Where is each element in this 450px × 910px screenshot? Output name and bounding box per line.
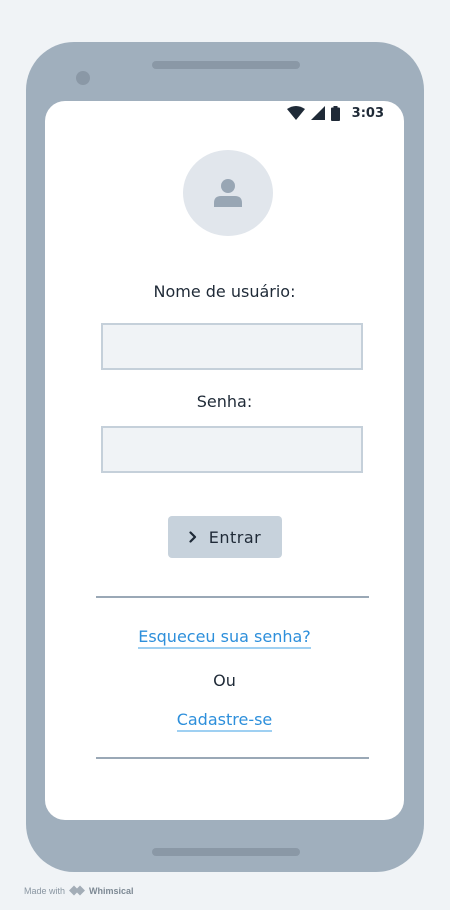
forgot-password-link-row: Esqueceu sua senha? (45, 627, 404, 649)
status-bar: 3:03 (286, 105, 384, 121)
user-icon (214, 179, 242, 207)
phone-speaker-top (152, 61, 300, 69)
footer-brand[interactable]: Made with Whimsical (24, 885, 134, 896)
username-input[interactable] (101, 323, 363, 370)
whimsical-logo-icon (69, 885, 86, 896)
divider-top (96, 596, 369, 598)
register-link[interactable]: Cadastre-se (176, 710, 273, 732)
password-input[interactable] (101, 426, 363, 473)
or-separator-text: Ou (213, 671, 236, 690)
phone-camera (76, 71, 90, 85)
battery-icon (330, 105, 340, 121)
status-time: 3:03 (351, 105, 384, 121)
brand-name-text: Whimsical (89, 885, 134, 896)
chevron-right-icon (189, 531, 196, 543)
made-with-text: Made with (24, 885, 66, 896)
username-label: Nome de usuário: (153, 282, 296, 301)
signal-icon (310, 106, 325, 120)
register-link-row: Cadastre-se (45, 710, 404, 732)
divider-bottom (96, 757, 369, 759)
phone-frame: 3:03 Nome de usuário: Senha: Entrar Esqu… (26, 42, 424, 872)
login-button-label: Entrar (208, 527, 262, 547)
phone-screen: 3:03 Nome de usuário: Senha: Entrar Esqu… (45, 101, 404, 820)
wifi-icon (286, 106, 305, 120)
phone-speaker-bottom (152, 848, 300, 856)
login-button[interactable]: Entrar (168, 516, 282, 558)
password-label: Senha: (196, 392, 253, 411)
avatar (183, 150, 273, 236)
forgot-password-link[interactable]: Esqueceu sua senha? (138, 627, 311, 649)
